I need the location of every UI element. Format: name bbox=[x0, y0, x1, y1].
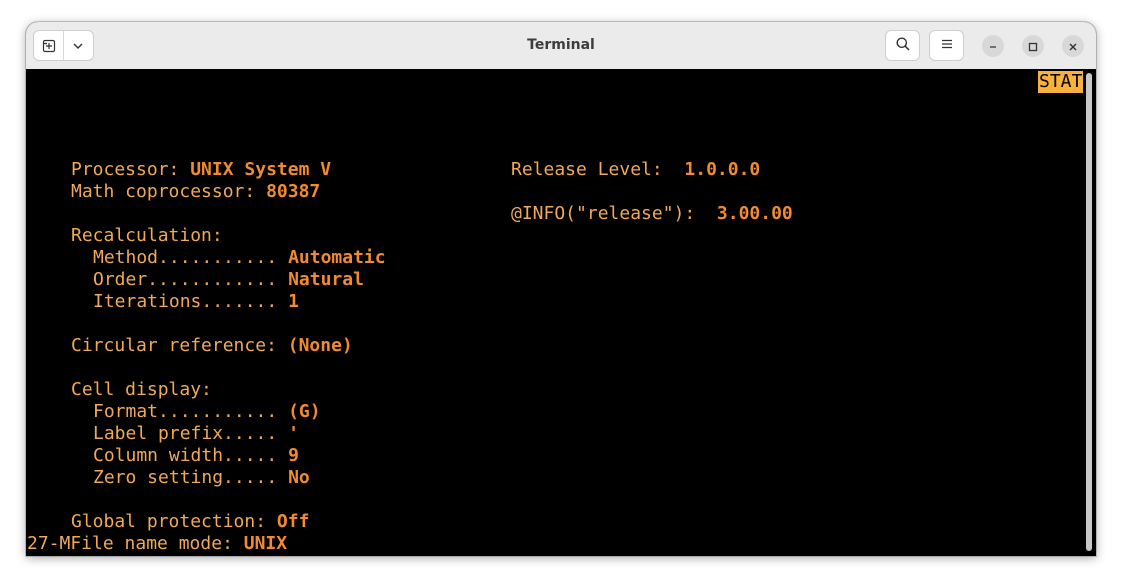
circular-reference-label: Circular reference: bbox=[71, 335, 288, 356]
release-level-label: Release Level: bbox=[511, 159, 685, 180]
circular-reference-line: Circular reference: (None) bbox=[71, 335, 353, 357]
status-indicator: STAT bbox=[1038, 71, 1084, 93]
processor-label: Processor: bbox=[71, 159, 191, 180]
terminal-window: Terminal STAT Processor: UNIX System V R… bbox=[26, 22, 1096, 556]
label-prefix-value: ' bbox=[288, 423, 299, 444]
release-level-line: Release Level: 1.0.0.0 bbox=[511, 159, 760, 181]
format-value: (G) bbox=[288, 401, 321, 422]
format-label: Format........... bbox=[93, 401, 289, 422]
maximize-button[interactable] bbox=[1022, 35, 1044, 57]
zero-setting-value: No bbox=[288, 467, 310, 488]
minimize-icon bbox=[988, 37, 998, 56]
zero-setting-label: Zero setting..... bbox=[93, 467, 289, 488]
search-icon bbox=[895, 36, 911, 56]
circular-reference-value: (None) bbox=[287, 335, 353, 356]
method-label: Method........... bbox=[93, 247, 289, 268]
method-line: Method........... Automatic bbox=[93, 247, 386, 269]
global-protection-line: Global protection: Off bbox=[71, 511, 309, 533]
close-icon bbox=[1068, 37, 1078, 56]
info-release-line: @INFO("release"): 3.00.00 bbox=[511, 203, 793, 225]
cell-display-heading: Cell display: bbox=[71, 379, 212, 400]
math-coprocessor-label: Math coprocessor: bbox=[71, 181, 267, 202]
hamburger-menu-icon bbox=[940, 36, 954, 55]
release-level-value: 1.0.0.0 bbox=[684, 159, 761, 180]
global-protection-value: Off bbox=[276, 511, 310, 532]
info-release-value: 3.00.00 bbox=[716, 203, 793, 224]
title-bar: Terminal bbox=[26, 22, 1096, 70]
column-width-line: Column width..... 9 bbox=[93, 445, 299, 467]
recalculation-heading: Recalculation: bbox=[71, 225, 223, 246]
math-coprocessor-line: Math coprocessor: 80387 bbox=[71, 181, 320, 203]
label-prefix-label: Label prefix..... bbox=[93, 423, 289, 444]
iterations-value: 1 bbox=[288, 291, 299, 312]
maximize-icon bbox=[1028, 37, 1038, 56]
minimize-button[interactable] bbox=[982, 35, 1004, 57]
iterations-label: Iterations....... bbox=[93, 291, 289, 312]
column-width-label: Column width..... bbox=[93, 445, 289, 466]
terminal-screen[interactable]: STAT Processor: UNIX System V Release Le… bbox=[26, 69, 1096, 556]
file-name-mode-label: 27-MFile name mode: bbox=[27, 533, 244, 554]
label-prefix-line: Label prefix..... ' bbox=[93, 423, 299, 445]
column-width-value: 9 bbox=[288, 445, 299, 466]
global-protection-label: Global protection: bbox=[71, 511, 277, 532]
zero-setting-line: Zero setting..... No bbox=[93, 467, 310, 489]
order-line: Order............ Natural bbox=[93, 269, 364, 291]
order-value: Natural bbox=[288, 269, 364, 290]
format-line: Format........... (G) bbox=[93, 401, 321, 423]
method-value: Automatic bbox=[288, 247, 386, 268]
menu-button[interactable] bbox=[929, 30, 964, 61]
info-release-label: @INFO("release"): bbox=[511, 203, 717, 224]
processor-value: UNIX System V bbox=[190, 159, 332, 180]
iterations-line: Iterations....... 1 bbox=[93, 291, 299, 313]
search-button[interactable] bbox=[885, 30, 920, 61]
file-name-mode-value: UNIX bbox=[243, 533, 288, 554]
order-label: Order............ bbox=[93, 269, 289, 290]
math-coprocessor-value: 80387 bbox=[266, 181, 321, 202]
processor-line: Processor: UNIX System V bbox=[71, 159, 331, 181]
scrollbar[interactable] bbox=[1086, 73, 1092, 551]
file-name-mode-line: 27-MFile name mode: UNIX bbox=[27, 533, 287, 555]
close-button[interactable] bbox=[1062, 35, 1084, 57]
